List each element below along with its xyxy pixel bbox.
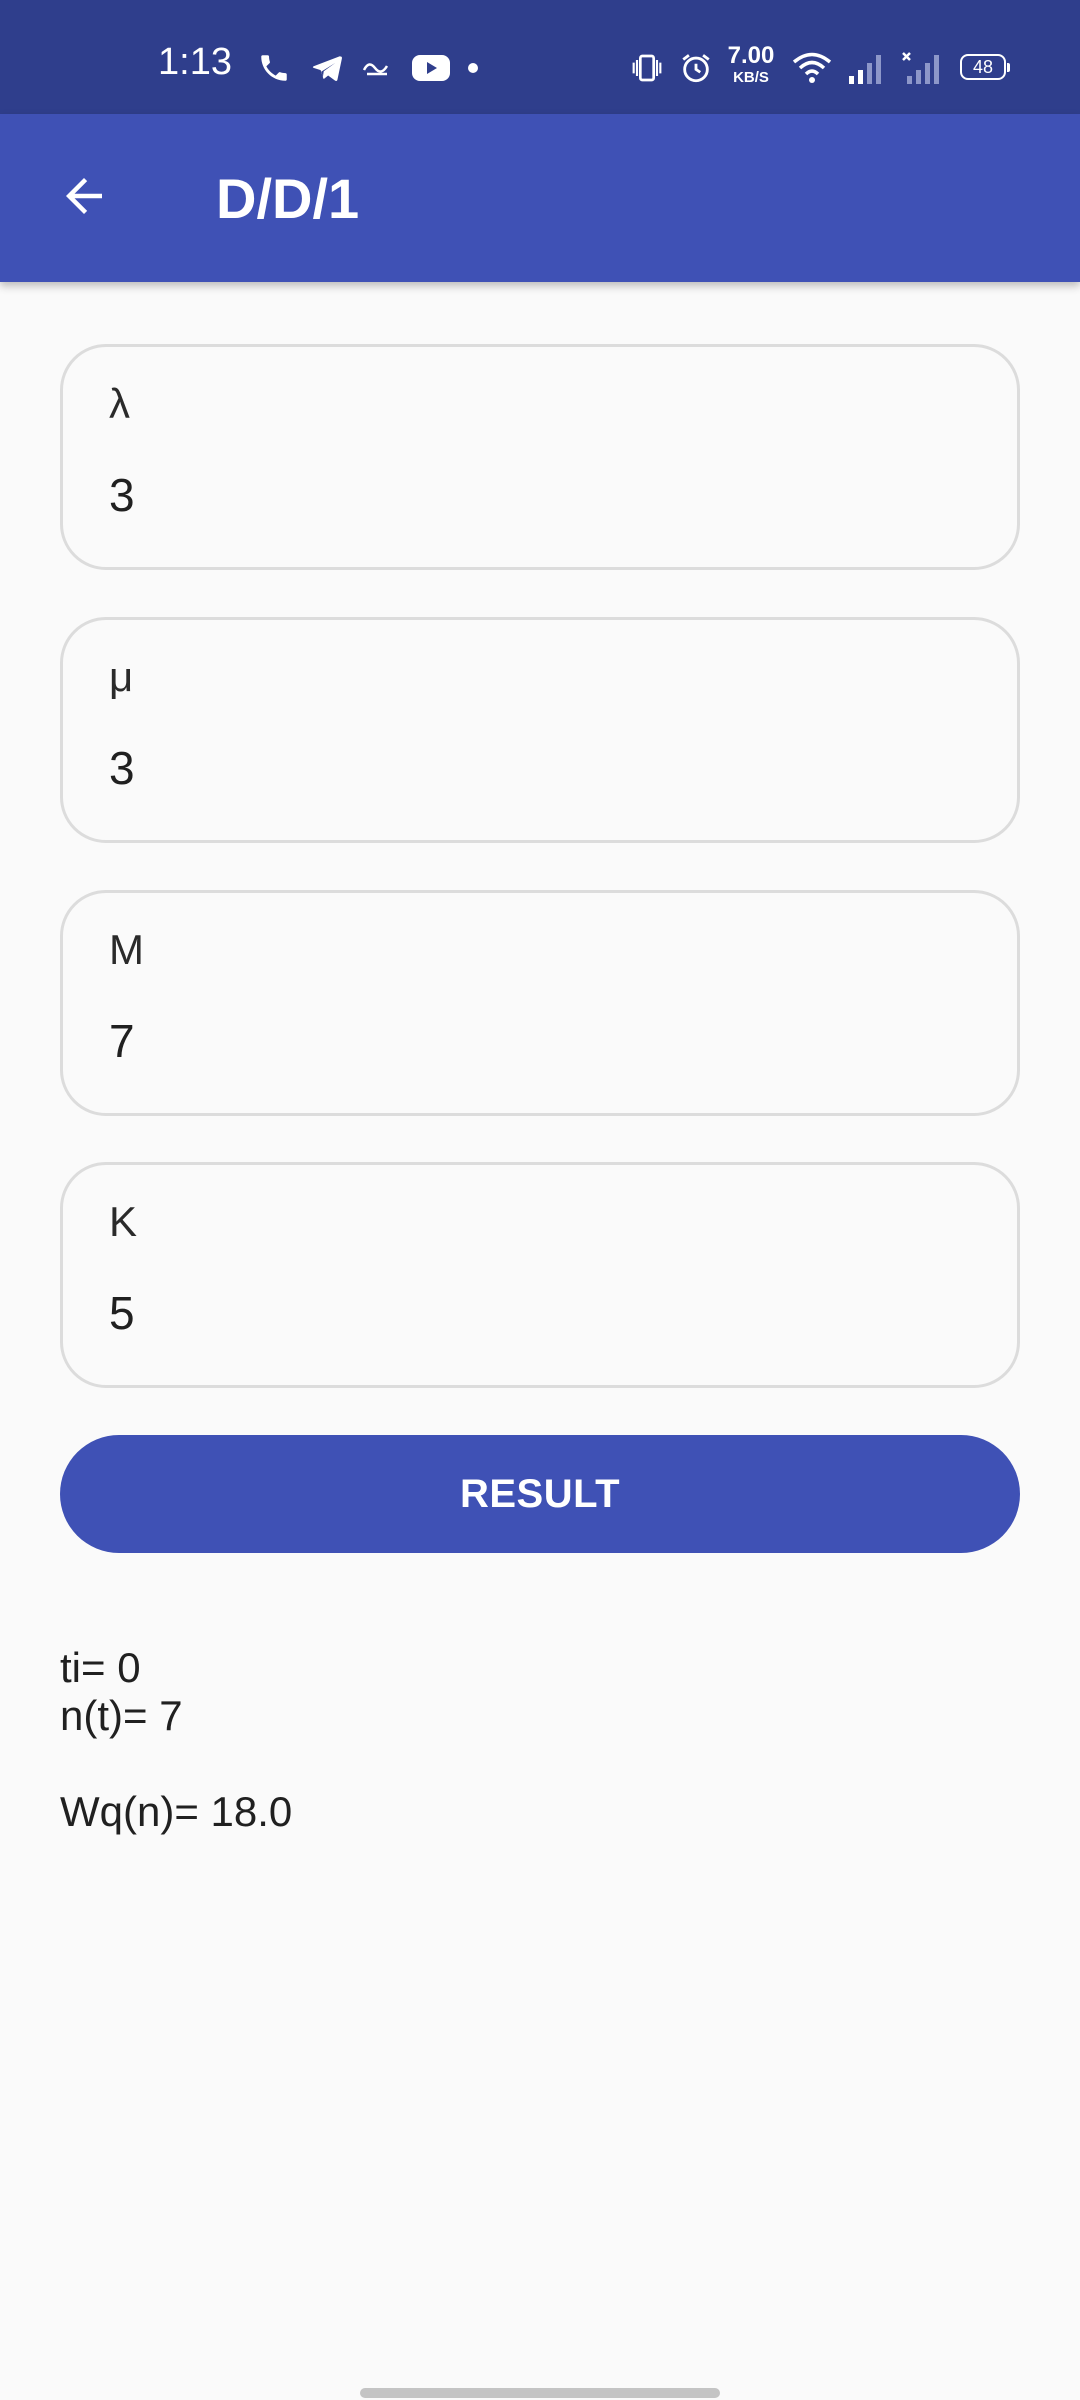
status-time: 1:13 xyxy=(158,41,232,83)
signal-no-service-icon xyxy=(900,48,944,88)
telegram-icon xyxy=(308,48,346,88)
result-button[interactable]: RESULT xyxy=(60,1435,1020,1553)
alarm-icon xyxy=(678,48,714,88)
signal-icon xyxy=(846,48,886,88)
arrow-back-icon xyxy=(57,169,111,228)
k-field[interactable]: K xyxy=(60,1162,1020,1388)
k-label: K xyxy=(109,1198,138,1245)
m-label: M xyxy=(109,926,144,973)
youtube-icon xyxy=(410,48,452,88)
lambda-field[interactable]: λ xyxy=(60,344,1020,570)
wifi-icon xyxy=(790,48,834,88)
ti-result: ti= 0 xyxy=(60,1644,141,1691)
vibrate-icon xyxy=(630,48,664,88)
nt-result: n(t)= 7 xyxy=(60,1692,183,1739)
phone-icon xyxy=(256,48,292,88)
page-title: D/D/1 xyxy=(216,167,360,230)
lambda-label: λ xyxy=(109,380,130,427)
lambda-input[interactable] xyxy=(109,463,969,527)
back-button[interactable] xyxy=(42,162,126,234)
m-field[interactable]: M xyxy=(60,890,1020,1116)
m-input[interactable] xyxy=(109,1009,969,1073)
status-bar: 1:13 7.00 KB/S 48 xyxy=(0,0,1080,114)
mu-input[interactable] xyxy=(109,736,969,800)
app-icon xyxy=(360,48,394,88)
net-speed-value: 7.00 xyxy=(727,42,775,69)
mu-field[interactable]: μ xyxy=(60,617,1020,843)
dot-icon xyxy=(464,48,482,88)
mu-label: μ xyxy=(109,653,134,700)
k-input[interactable] xyxy=(109,1281,969,1345)
battery-indicator: 48 xyxy=(960,54,1010,80)
net-speed-unit: KB/S xyxy=(733,69,769,86)
app-bar: D/D/1 xyxy=(0,114,1080,282)
home-indicator[interactable] xyxy=(360,2388,720,2398)
net-speed: 7.00 KB/S xyxy=(724,42,778,86)
wq-result: Wq(n)= 18.0 xyxy=(60,1788,293,1835)
